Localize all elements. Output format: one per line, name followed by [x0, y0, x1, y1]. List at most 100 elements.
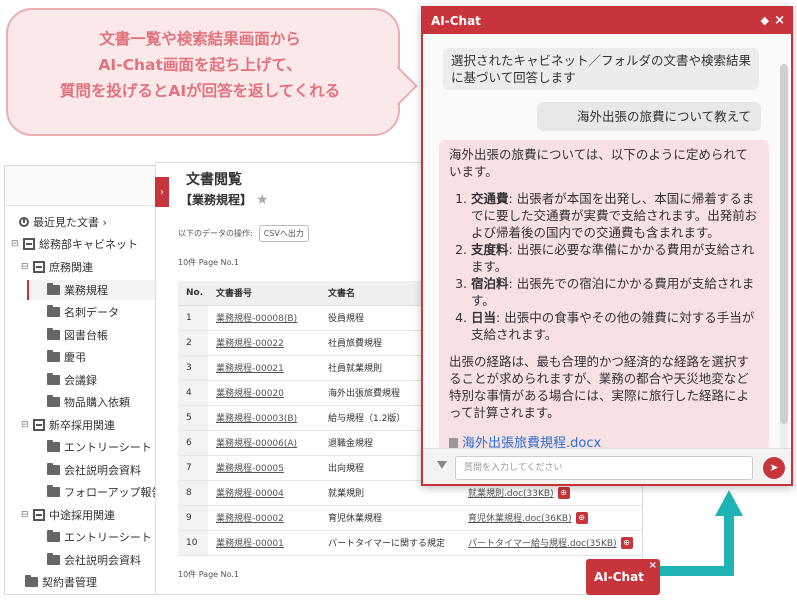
doc-id-link[interactable]: 業務規程-00004	[216, 489, 284, 499]
launcher-close-icon[interactable]: ×	[649, 560, 657, 571]
tree-item-label: 中途採用関連	[49, 509, 115, 522]
doc-id-link[interactable]: 業務規程-00020	[216, 389, 284, 399]
tree-item-keicho[interactable]: 慶弔	[47, 347, 86, 367]
filter-icon[interactable]	[437, 461, 447, 469]
send-icon[interactable]: ➤	[763, 457, 785, 479]
folder-name: 【業務規程】	[180, 193, 253, 207]
tree-item-entry-sheet-2[interactable]: エントリーシート	[47, 527, 152, 547]
preview-icon[interactable]: ⊕	[620, 537, 633, 550]
row-file[interactable]: 育児休業規程.doc(36KB) ⊕	[460, 505, 642, 531]
tree-item-kaigiroku[interactable]: 会議録	[47, 370, 97, 390]
close-icon[interactable]: ×	[774, 13, 785, 28]
folder-tree: 最近見た文書 › ⊟ 総務部キャビネット ⊟ 庶務関連 業務規程 名刺データ 図…	[4, 165, 156, 595]
tree-item-setsumeikai[interactable]: 会社説明会資料	[47, 460, 141, 480]
ai-item-text: : 出張中の食事やその他の雑費に対する手当が支給されます。	[471, 310, 755, 342]
preview-icon[interactable]: ⊕	[557, 487, 570, 500]
arrow-stem	[660, 566, 734, 576]
eraser-icon[interactable]: ◆	[761, 14, 769, 27]
tree-item-gyomu-kitei[interactable]: 業務規程	[27, 280, 155, 300]
row-doc-id[interactable]: 業務規程-00003(B)	[208, 405, 320, 431]
doc-id-link[interactable]: 業務規程-00005	[216, 464, 284, 474]
collapse-toggle-icon[interactable]: ⊟	[11, 239, 19, 249]
row-doc-id[interactable]: 業務規程-00020	[208, 380, 320, 406]
launcher-label: AI-Chat	[594, 570, 644, 584]
recent-docs-link[interactable]: 最近見た文書 ›	[19, 214, 107, 230]
doc-id-link[interactable]: 業務規程-00003(B)	[216, 414, 297, 424]
tree-item-label: 物品購入依頼	[64, 396, 130, 409]
folder-icon	[47, 395, 60, 407]
tree-item-label: エントリーシート	[64, 531, 152, 544]
row-doc-id[interactable]: 業務規程-00008(B)	[208, 305, 320, 331]
tree-item-label: 契約書管理	[42, 576, 97, 589]
tree-item-entry-sheet[interactable]: エントリーシート	[47, 437, 152, 457]
row-doc-id[interactable]: 業務規程-00002	[208, 505, 320, 531]
file-link[interactable]: パートタイマー給与規程.doc(35KB)	[468, 539, 617, 549]
row-doc-id[interactable]: 業務規程-00021	[208, 355, 320, 381]
tree-item-keiyakusho[interactable]: 契約書管理	[25, 572, 97, 592]
ai-item-text: : 出張先での宿泊にかかる費用が支給されます。	[471, 276, 755, 308]
folder-icon	[47, 373, 60, 385]
tree-header	[5, 166, 155, 206]
doc-id-link[interactable]: 業務規程-00021	[216, 364, 284, 374]
tree-item-label: 名刺データ	[64, 306, 119, 319]
ai-chat-window: AI-Chat ◆ × 選択されたキャビネット／フォルダの文書や検索結果に基づい…	[421, 6, 793, 486]
row-no: 2	[178, 330, 208, 356]
ai-item-term: 交通費	[471, 191, 509, 206]
row-doc-id[interactable]: 業務規程-00006(A)	[208, 430, 320, 456]
collapse-toggle-icon[interactable]: ⊟	[21, 420, 29, 430]
page-info-top: 10件 Page No.1	[178, 258, 240, 267]
tree-item-label: 会社説明会資料	[64, 464, 141, 477]
row-doc-name: 育児休業規程	[320, 505, 460, 531]
row-file[interactable]: パートタイマー給与規程.doc(35KB) ⊕	[460, 530, 642, 556]
tree-item-followup[interactable]: フォローアップ報告	[47, 482, 155, 502]
csv-export-button[interactable]: CSVへ出力	[258, 225, 309, 242]
folder-icon	[47, 328, 60, 340]
ai-chat-launcher-button[interactable]: AI-Chat ×	[586, 559, 660, 595]
ai-list-item: 交通費: 出張者が本国を出発し、本国に帰着するまでに要した交通費が実費で支給され…	[471, 190, 759, 241]
panel-toggle-icon[interactable]: ›	[155, 177, 169, 207]
ai-message: 海外出張の旅費については、以下のように定められています。 交通費: 出張者が本国…	[439, 140, 769, 452]
table-row[interactable]: 9 業務規程-00002 育児休業規程 育児休業規程.doc(36KB) ⊕	[178, 505, 642, 531]
user-message: 海外出張の旅費について教えて	[537, 102, 761, 131]
cabinet-icon	[33, 419, 45, 431]
data-ops-label: 以下のデータの操作:	[178, 229, 253, 238]
clock-icon	[19, 217, 29, 227]
doc-id-link[interactable]: 業務規程-00001	[216, 539, 284, 549]
doc-id-link[interactable]: 業務規程-00008(B)	[216, 314, 297, 324]
table-row[interactable]: 10 業務規程-00001 パートタイマーに関する規定 パートタイマー給与規程.…	[178, 530, 642, 556]
chat-question-input[interactable]	[455, 456, 753, 480]
doc-id-link[interactable]: 業務規程-00002	[216, 514, 284, 524]
file-link[interactable]: 育児休業規程.doc(36KB)	[468, 514, 572, 524]
tree-item-setsumeikai-2[interactable]: 会社説明会資料	[47, 550, 141, 570]
tree-item-label: 慶弔	[64, 351, 86, 364]
row-doc-id[interactable]: 業務規程-00005	[208, 455, 320, 481]
tree-item-chuto[interactable]: ⊟ 中途採用関連	[21, 505, 115, 525]
tree-item-label: 図書台帳	[64, 329, 108, 342]
file-link[interactable]: 就業規則.doc(33KB)	[468, 489, 554, 499]
collapse-toggle-icon[interactable]: ⊟	[21, 510, 29, 520]
tree-item-shinsotsu[interactable]: ⊟ 新卒採用関連	[21, 415, 115, 435]
tree-item-general-affairs-cabinet[interactable]: ⊟ 総務部キャビネット	[11, 234, 138, 254]
tree-item-tosho[interactable]: 図書台帳	[47, 325, 108, 345]
tree-item-meishi[interactable]: 名刺データ	[47, 302, 119, 322]
folder-icon	[47, 463, 60, 475]
chat-scrollbar[interactable]	[780, 64, 788, 464]
data-operations: 以下のデータの操作: CSVへ出力	[178, 225, 309, 242]
row-doc-id[interactable]: 業務規程-00001	[208, 530, 320, 556]
tree-item-shomu[interactable]: ⊟ 庶務関連	[21, 257, 93, 277]
ai-outro: 出張の経路は、最も合理的かつ経済的な経路を選択することが求められますが、業務の都…	[449, 354, 750, 420]
row-doc-id[interactable]: 業務規程-00004	[208, 480, 320, 506]
tree-item-buppin[interactable]: 物品購入依頼	[47, 392, 130, 412]
preview-icon[interactable]: ⊕	[575, 512, 588, 525]
chat-input-bar: ➤	[423, 448, 791, 484]
collapse-toggle-icon[interactable]: ⊟	[21, 262, 29, 272]
callout-line: AI-Chat画面を起ち上げて、	[98, 56, 302, 74]
doc-id-link[interactable]: 業務規程-00006(A)	[216, 439, 297, 449]
row-no: 10	[178, 530, 208, 556]
doc-id-link[interactable]: 業務規程-00022	[216, 339, 284, 349]
ai-item-text: : 出張者が本国を出発し、本国に帰着するまでに要した交通費が実費で支給されます。…	[471, 191, 758, 240]
scrollbar-thumb[interactable]	[780, 64, 788, 424]
star-icon[interactable]: ★	[256, 192, 269, 208]
row-doc-id[interactable]: 業務規程-00022	[208, 330, 320, 356]
row-no: 3	[178, 355, 208, 381]
